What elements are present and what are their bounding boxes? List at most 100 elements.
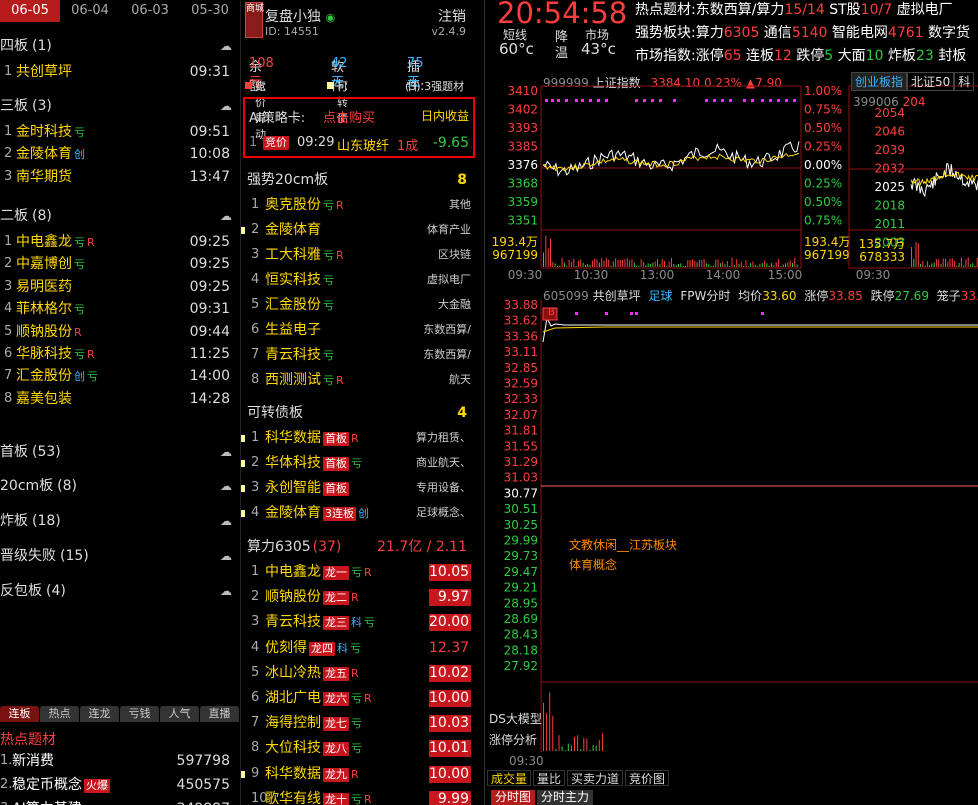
date-tab-2[interactable]: 06-04	[60, 0, 120, 22]
hot-topic-item[interactable]: 3.AI算力基建 349887	[0, 799, 240, 805]
tab-lianban[interactable]: 连板	[0, 706, 39, 722]
stock-name-text: 南华期货	[16, 168, 72, 185]
list-item[interactable]: 7 汇金股份创亏 14:00	[0, 366, 240, 386]
cloud-download-icon[interactable]: ☁	[220, 476, 232, 496]
hot-topic-name: AI算力基建	[12, 799, 82, 805]
list-item[interactable]: 4 金陵体育 3连板创 足球概念、	[241, 502, 477, 524]
signal-dot	[545, 99, 548, 102]
list-item[interactable]: 3 青云科技 龙三科亏 20.00	[241, 611, 477, 633]
list-item[interactable]: 2 顺钠股份 龙二 R 9.97	[241, 586, 477, 608]
list-item[interactable]: 3 工大科雅亏 R 区块链	[241, 244, 477, 266]
list-item[interactable]: 1 科华数据 首板 R 算力租赁、	[241, 427, 477, 449]
tab-chinext[interactable]: 创业板指	[851, 72, 908, 91]
list-item[interactable]: 1 金时科技亏 09:51	[0, 122, 240, 142]
volume-tick-label: 193.4万	[492, 235, 538, 249]
cloud-download-icon[interactable]: ☁	[220, 96, 232, 116]
stock-tag: R	[364, 692, 372, 705]
date-tab-3[interactable]: 06-03	[120, 0, 180, 22]
volume-bar	[605, 257, 607, 267]
info-fragment: 算力	[695, 25, 724, 41]
stock-chart[interactable]: 33.88 33.6233.36 33.11 32.85 32.5932.33 32.07…	[485, 296, 978, 766]
stock-tag: R	[351, 432, 359, 445]
list-item[interactable]: 7 海得控制 龙七亏 10.03	[241, 712, 477, 734]
power-sector-header[interactable]: 算力6305 (37) 21.7亿 / 2.11	[247, 537, 473, 557]
cloud-download-icon[interactable]: ☁	[220, 511, 232, 531]
list-item[interactable]: 1 奥克股份亏 R 其他	[241, 194, 477, 216]
hot-topic-value: 349887	[177, 799, 230, 805]
ladder-group[interactable]: 首板 (53) ☁	[0, 442, 240, 462]
ladder-group[interactable]: 炸板 (18) ☁	[0, 511, 240, 531]
list-item[interactable]: 6 华脉科技亏 R 11:25	[0, 344, 240, 364]
list-item[interactable]: 9 科华数据 龙九 R 10.00	[241, 763, 477, 785]
row-number: 3	[251, 480, 260, 495]
list-item[interactable]: 5 汇金股份亏 大金融	[241, 294, 477, 316]
list-item[interactable]: 10 歌华有线 龙十亏 R 9.99	[241, 788, 477, 805]
ai-stock[interactable]: 山东玻纤	[337, 135, 389, 154]
cloud-download-icon[interactable]: ☁	[220, 36, 232, 56]
tab-kuiqian[interactable]: 亏钱	[120, 706, 159, 722]
volume-bar	[678, 264, 679, 267]
list-item[interactable]: 1 共创草坪 09:31	[0, 62, 240, 82]
ladder-group[interactable]: 晋级失败 (15) ☁	[0, 546, 240, 566]
list-item[interactable]: 2 金陵体育 体育产业	[241, 219, 477, 241]
tab-lianlong[interactable]: 连龙	[80, 706, 119, 722]
cloud-download-icon[interactable]: ☁	[220, 546, 232, 566]
list-item[interactable]: 4 恒实科技亏 虚拟电厂	[241, 269, 477, 291]
list-item[interactable]: 3 永创智能 首板 专用设备、	[241, 477, 477, 499]
list-item[interactable]: 6 湖北广电 龙六亏 R 10.00	[241, 687, 477, 709]
list-item[interactable]: 2 金陵体育创 10:08	[0, 144, 240, 164]
list-item[interactable]: 3 南华期货 13:47	[0, 167, 240, 187]
tab-zhibo[interactable]: 直播	[200, 706, 239, 722]
list-item[interactable]: 5 顺钠股份 R 09:44	[0, 322, 240, 342]
list-item[interactable]: 2 华体科技 首板亏 商业航天、	[241, 452, 477, 474]
tab-intraday-main[interactable]: 分时主力	[537, 790, 594, 805]
tab-buy-sell-force[interactable]: 买卖力道	[567, 770, 624, 786]
list-item[interactable]: 3 易明医药 09:25	[0, 277, 240, 297]
bond-board-header[interactable]: 可转债板 4	[247, 403, 473, 423]
ladder-group[interactable]: 三板 (3) ☁	[0, 96, 240, 116]
tab-volume-ratio[interactable]: 量比	[533, 770, 566, 786]
ladder-group[interactable]: 20cm板 (8) ☁	[0, 476, 240, 496]
date-tab-4[interactable]: 05-30	[180, 0, 240, 22]
cloud-download-icon[interactable]: ☁	[220, 206, 232, 226]
hot-topic-item[interactable]: 1. 新消费 597798	[0, 751, 240, 771]
cloud-download-icon[interactable]: ☁	[220, 442, 232, 462]
cloud-download-icon[interactable]: ☁	[220, 581, 232, 601]
ds-model-button[interactable]: DS大模型	[489, 710, 542, 727]
logout-button[interactable]: 注销	[438, 6, 466, 26]
tab-renqi[interactable]: 人气	[160, 706, 199, 722]
list-item[interactable]: 1 中电鑫龙 龙一亏 R 10.05	[241, 561, 477, 583]
date-tab-1[interactable]: 06-05	[0, 0, 60, 22]
list-item[interactable]: 8 嘉美包装 14:28	[0, 389, 240, 409]
list-item[interactable]: 5 冰山冷热 龙五 R 10.02	[241, 662, 477, 684]
tab-intraday[interactable]: 分时图	[491, 790, 536, 805]
buy-link[interactable]: 点击购买	[323, 107, 375, 126]
volume-bar	[624, 259, 626, 267]
concept-label: 虚拟电厂	[427, 273, 471, 286]
strong-20cm-header[interactable]: 强势20cm板 8	[247, 170, 473, 190]
tab-star[interactable]: 科	[954, 72, 975, 91]
list-item[interactable]: 4 优刻得 龙四科亏 12.37	[241, 637, 477, 659]
list-item[interactable]: 4 菲林格尔亏 09:31	[0, 299, 240, 319]
stock-name: 汇金股份创亏	[16, 366, 98, 387]
list-item[interactable]: 2 中嘉博创亏 09:25	[0, 254, 240, 274]
list-item[interactable]: 8 大位科技 龙八亏 10.01	[241, 737, 477, 759]
ladder-group[interactable]: 二板 (8) ☁	[0, 206, 240, 226]
list-item[interactable]: 6 生益电子 东数西算/	[241, 319, 477, 341]
hot-topic-item[interactable]: 2. 稳定币概念 火爆 450575	[0, 775, 240, 795]
ladder-group[interactable]: 四板 (1) ☁	[0, 36, 240, 56]
volume-bar	[577, 261, 579, 267]
tab-bz50[interactable]: 北证50	[907, 72, 955, 91]
avatar[interactable]: 商城	[245, 2, 264, 38]
volume-bar	[933, 262, 935, 267]
list-item[interactable]: 7 青云科技亏 东数西算/	[241, 344, 477, 366]
volume-bar	[743, 266, 745, 267]
list-item[interactable]: 1 中电鑫龙亏 R 09:25	[0, 232, 240, 252]
ladder-group[interactable]: 反包板 (4) ☁	[0, 581, 240, 601]
tab-auction-chart[interactable]: 竞价图	[625, 770, 670, 786]
tab-redian[interactable]: 热点	[40, 706, 79, 722]
list-item[interactable]: 8 西测测试亏 R 航天	[241, 369, 477, 391]
tab-volume[interactable]: 成交量	[487, 770, 532, 786]
limit-analysis-button[interactable]: 涨停分析	[489, 731, 537, 748]
stock-name-text: 西测测试	[265, 372, 321, 388]
